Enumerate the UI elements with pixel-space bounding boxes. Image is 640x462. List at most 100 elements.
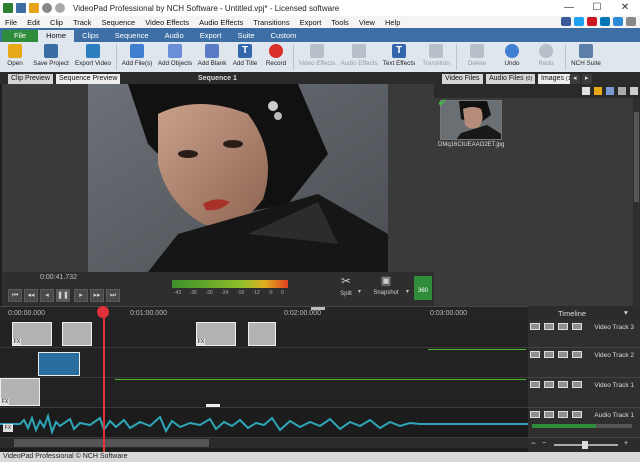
bin-list-icon[interactable] (618, 87, 626, 95)
track-effects-icon[interactable] (558, 411, 568, 418)
video-track-1-lane[interactable]: FX (0, 378, 528, 408)
undo-button[interactable]: Undo (495, 42, 529, 72)
track-lock-icon[interactable] (530, 381, 540, 388)
track-visibility-icon[interactable] (544, 351, 554, 358)
image-clip[interactable] (38, 352, 80, 376)
tab-sequence[interactable]: Sequence (107, 30, 157, 42)
video-track-2-lane[interactable] (0, 348, 528, 378)
add-title-button[interactable]: T Add Title (229, 42, 261, 72)
add-blank-button[interactable]: Add Blank (195, 42, 229, 72)
track-menu-icon[interactable] (572, 411, 582, 418)
audio-effects-button[interactable]: Audio Effects (338, 42, 380, 72)
tab-suite[interactable]: Suite (229, 30, 262, 42)
fx-badge[interactable]: FX (1, 399, 9, 405)
menu-clip[interactable]: Clip (45, 18, 68, 27)
minimize-button[interactable]: — (556, 0, 582, 16)
help-icon[interactable] (613, 17, 623, 26)
add-objects-button[interactable]: Add Objects (155, 42, 195, 72)
tab-export[interactable]: Export (192, 30, 230, 42)
timeline-scroll-thumb[interactable] (14, 439, 209, 447)
snapshot-dropdown-icon[interactable]: ▾ (406, 288, 409, 295)
tab-audio-files[interactable]: Audio Files (0) (486, 74, 536, 84)
export-video-button[interactable]: Export Video (72, 42, 114, 72)
timeline-scrollbar[interactable] (0, 438, 528, 448)
bin-scroll-thumb[interactable] (634, 112, 639, 202)
delete-button[interactable]: Delete (459, 42, 495, 72)
zoom-slider[interactable] (554, 441, 618, 449)
facebook-icon[interactable] (561, 17, 571, 26)
save-project-button[interactable]: Save Project (30, 42, 72, 72)
track-menu-icon[interactable] (572, 351, 582, 358)
track-lock-icon[interactable] (530, 411, 540, 418)
add-files-button[interactable]: Add File(s) (119, 42, 155, 72)
vr-360-button[interactable]: 360 (414, 276, 432, 300)
blank-clip[interactable] (62, 322, 92, 346)
track-lock-icon[interactable] (530, 323, 540, 330)
menu-audio-effects[interactable]: Audio Effects (194, 18, 248, 27)
menu-tools[interactable]: Tools (326, 18, 354, 27)
track-menu-icon[interactable] (572, 323, 582, 330)
fx-badge[interactable]: FX (13, 339, 21, 345)
twitter-icon[interactable] (574, 17, 584, 26)
maximize-button[interactable]: ☐ (584, 0, 610, 16)
audio-track-1-lane[interactable]: FX (0, 404, 528, 438)
quick-redo-icon[interactable] (55, 3, 65, 13)
pause-icon[interactable]: ❚❚ (56, 289, 70, 302)
quick-open-icon[interactable] (29, 3, 39, 13)
video-track-3-lane[interactable]: FX FX (0, 320, 528, 348)
bin-thumbnail[interactable] (440, 100, 502, 140)
scroll-grip[interactable] (206, 404, 220, 407)
tab-file[interactable]: File (2, 30, 39, 42)
preview-video-frame[interactable] (88, 84, 388, 272)
quick-undo-icon[interactable] (42, 3, 52, 13)
track-visibility-icon[interactable] (544, 381, 554, 388)
menu-video-effects[interactable]: Video Effects (140, 18, 194, 27)
split-button[interactable]: ✂ Split (336, 274, 356, 304)
fit-zoom-icon[interactable]: ⇔ (530, 440, 537, 447)
menu-sequence[interactable]: Sequence (96, 18, 140, 27)
track-effects-icon[interactable] (558, 351, 568, 358)
split-dropdown-icon[interactable]: ▾ (358, 288, 361, 295)
menu-view[interactable]: View (354, 18, 380, 27)
fx-badge[interactable]: FX (197, 339, 205, 345)
fx-badge[interactable]: FX (3, 424, 13, 432)
redo-button[interactable]: Redo (529, 42, 563, 72)
tab-clips[interactable]: Clips (74, 30, 107, 42)
tab-sequence-preview[interactable]: Sequence Preview (56, 74, 121, 84)
menu-file[interactable]: File (0, 18, 22, 27)
video-effects-button[interactable]: Video Effects (296, 42, 338, 72)
record-button[interactable]: Record (261, 42, 291, 72)
blank-clip[interactable]: FX (12, 322, 52, 346)
skip-end-icon[interactable]: ⏭ (106, 289, 120, 302)
step-back-icon[interactable]: ◂ (40, 289, 54, 302)
bin-scrollbar[interactable] (633, 98, 640, 306)
text-effects-button[interactable]: T Text Effects (380, 42, 418, 72)
timeline-dropdown-icon[interactable]: ▾ (624, 308, 628, 317)
blank-clip[interactable] (248, 322, 276, 346)
bin-view-icon[interactable] (606, 87, 614, 95)
youtube-icon[interactable] (587, 17, 597, 26)
bin-tab-chevron-right-icon[interactable]: ▸ (582, 74, 592, 84)
bin-menu-icon[interactable] (630, 87, 638, 95)
skip-start-icon[interactable]: ⏮ (8, 289, 22, 302)
open-button[interactable]: Open (0, 42, 30, 72)
menu-transitions[interactable]: Transitions (248, 18, 294, 27)
tab-audio[interactable]: Audio (157, 30, 192, 42)
track-effects-icon[interactable] (558, 323, 568, 330)
step-forward-icon[interactable]: ▸ (74, 289, 88, 302)
bin-delete-icon[interactable] (582, 87, 590, 95)
playhead-line[interactable] (103, 308, 105, 458)
zoom-in-icon[interactable]: + (624, 440, 628, 447)
tab-video-files[interactable]: Video Files (442, 74, 483, 84)
menu-export[interactable]: Export (295, 18, 327, 27)
bin-tab-chevron-left-icon[interactable]: ◂ (570, 74, 580, 84)
timeline-ruler[interactable]: 0:00:00.000 0:01:00.000 0:02:00.000 0:03… (0, 306, 528, 320)
track-menu-icon[interactable] (572, 381, 582, 388)
track-visibility-icon[interactable] (544, 323, 554, 330)
quick-save-icon[interactable] (16, 3, 26, 13)
track-effects-icon[interactable] (558, 381, 568, 388)
transition-button[interactable]: Transition (418, 42, 454, 72)
blank-clip[interactable]: FX (0, 378, 40, 406)
nch-suite-button[interactable]: NCH Suite (568, 42, 604, 72)
zoom-out-icon[interactable]: − (542, 440, 546, 447)
